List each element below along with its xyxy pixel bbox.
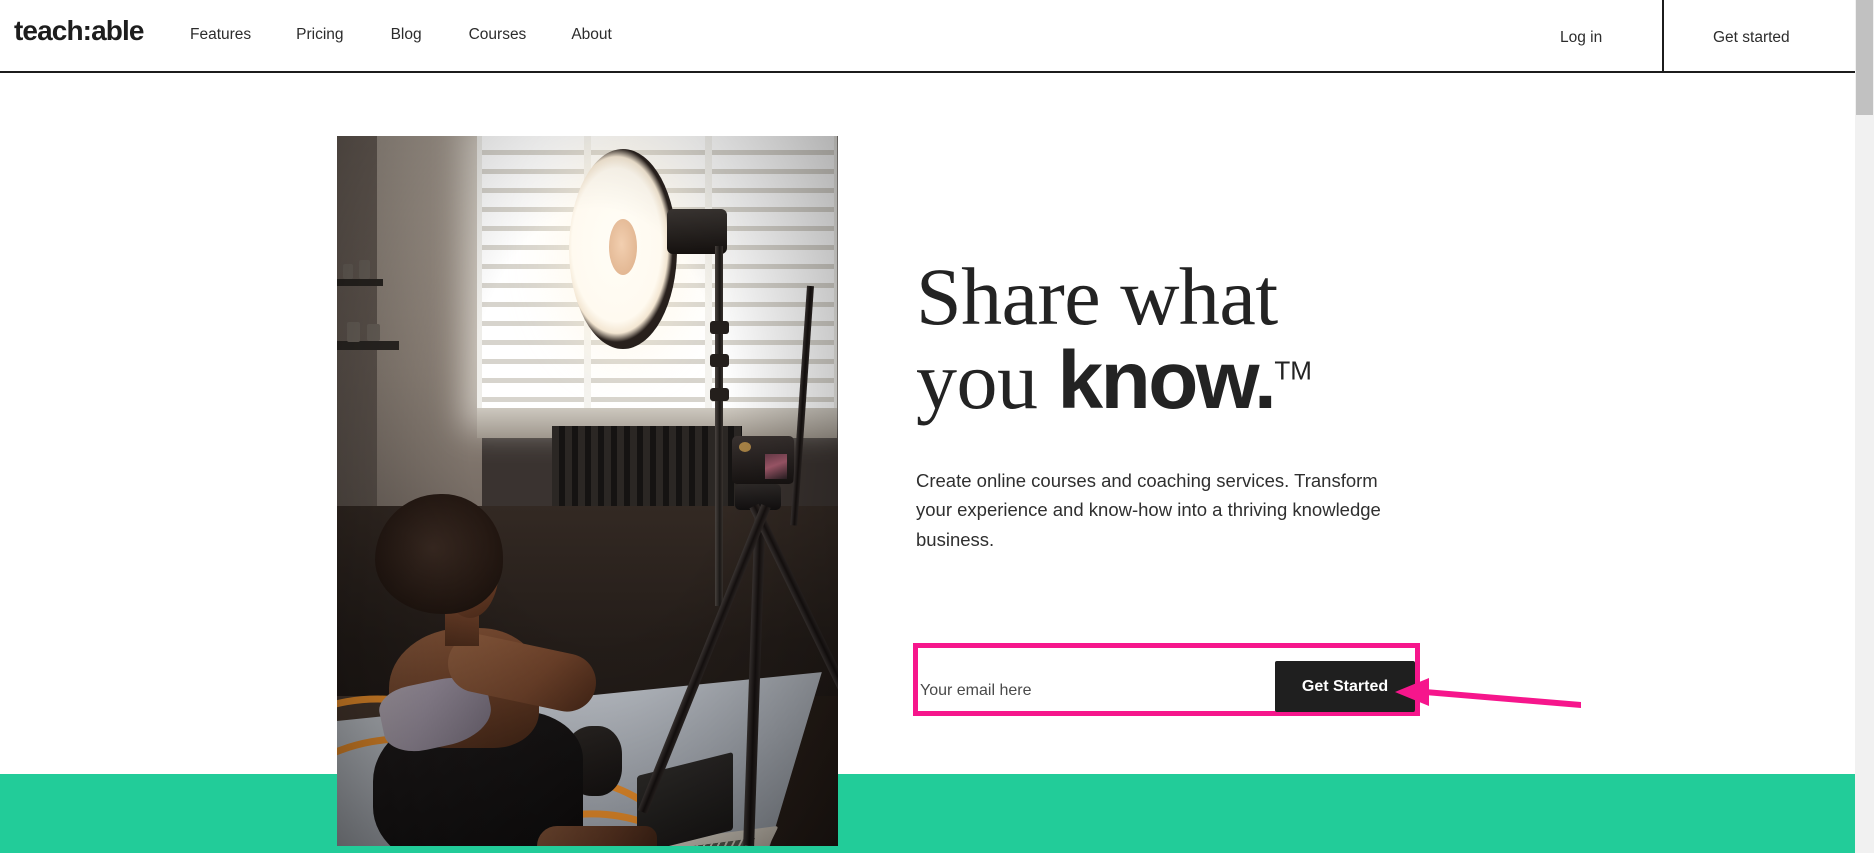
page-scrollbar[interactable] [1855, 0, 1874, 853]
nav-link-courses[interactable]: Courses [469, 26, 527, 44]
headline-line-2-serif: you [916, 334, 1058, 426]
site-header: teach:able Features Pricing Blog Courses… [0, 0, 1855, 73]
login-link[interactable]: Log in [1560, 29, 1602, 47]
nav-link-pricing[interactable]: Pricing [296, 26, 343, 44]
primary-nav: Features Pricing Blog Courses About [190, 26, 612, 44]
hero-image [337, 136, 838, 846]
get-started-header-link[interactable]: Get started [1713, 29, 1790, 47]
brand-logo[interactable]: teach:able [14, 17, 144, 45]
headline-line-2-emphasis: know. [1057, 334, 1277, 426]
headline-line-1: Share what [916, 251, 1278, 342]
nav-link-blog[interactable]: Blog [391, 26, 422, 44]
page-title: Share what you know.TM [916, 255, 1436, 422]
get-started-button[interactable]: Get Started [1275, 661, 1415, 712]
accent-green-band [0, 774, 1855, 853]
header-divider [1662, 0, 1664, 73]
hero-subtitle: Create online courses and coaching servi… [916, 470, 1381, 550]
nav-link-features[interactable]: Features [190, 26, 251, 44]
trademark-mark: TM [1274, 355, 1312, 386]
page-scrollbar-thumb[interactable] [1856, 0, 1873, 115]
annotation-arrow-icon [1395, 678, 1581, 708]
hero-copy: Share what you know.TM Create online cou… [916, 255, 1436, 554]
nav-link-about[interactable]: About [571, 26, 612, 44]
